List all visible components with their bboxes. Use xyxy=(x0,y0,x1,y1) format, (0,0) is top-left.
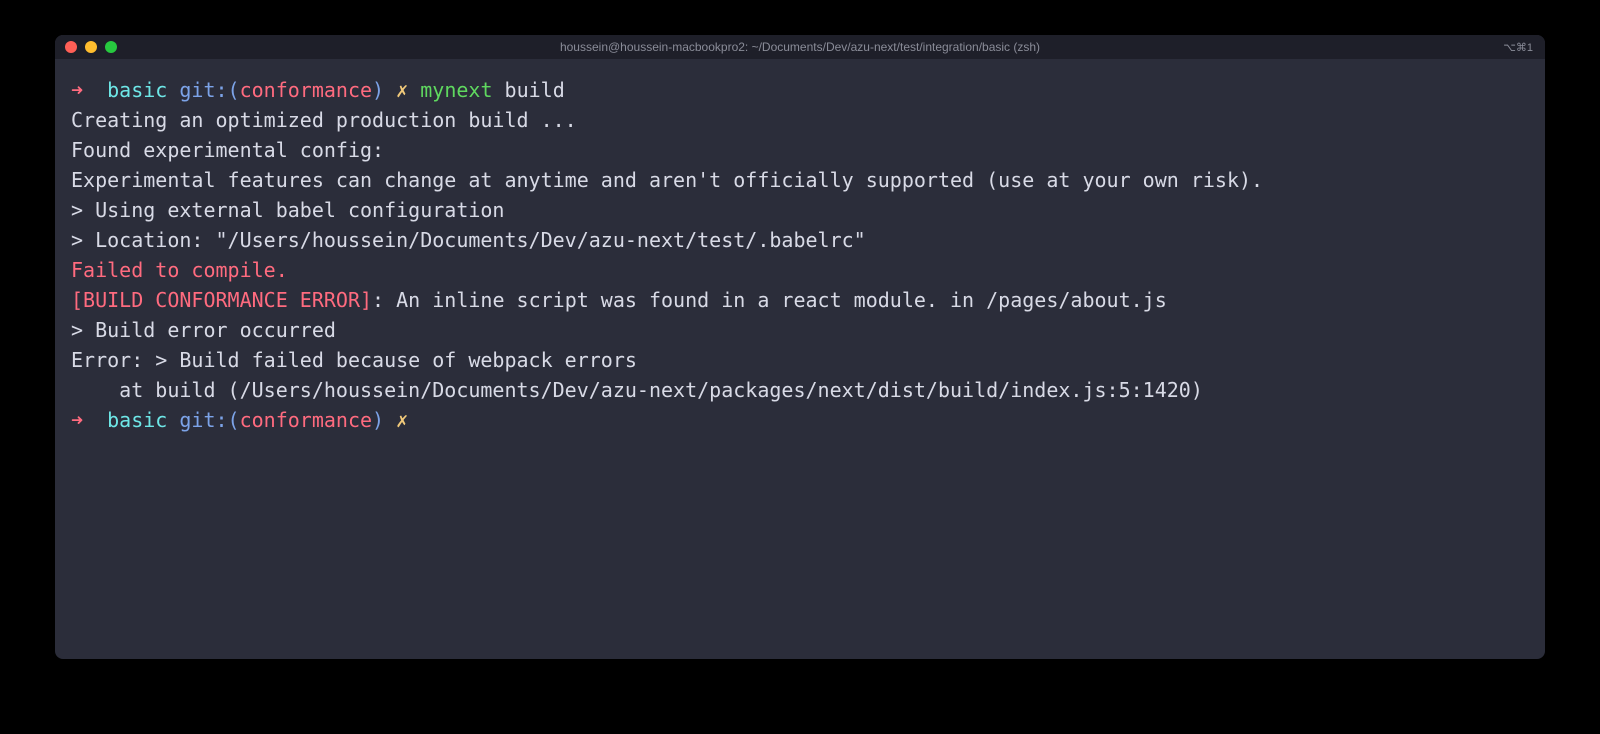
error-detail: : An inline script was found in a react … xyxy=(372,288,1167,312)
prompt-git-prefix: git:( xyxy=(167,408,239,432)
command-arg: build xyxy=(492,78,564,102)
output-line: > Using external babel configuration xyxy=(71,195,1529,225)
window-title: houssein@houssein-macbookpro2: ~/Documen… xyxy=(560,40,1040,54)
output-line: Found experimental config: xyxy=(71,135,1529,165)
output-line: at build (/Users/houssein/Documents/Dev/… xyxy=(71,375,1529,405)
tab-indicator: ⌥⌘1 xyxy=(1503,41,1533,54)
prompt-arrow-icon: ➜ xyxy=(71,78,107,102)
output-error-line: Failed to compile. xyxy=(71,255,1529,285)
prompt-git-prefix: git:( xyxy=(167,78,239,102)
close-icon[interactable] xyxy=(65,41,77,53)
error-label: [BUILD CONFORMANCE ERROR] xyxy=(71,288,372,312)
prompt-line-2: ➜ basic git:(conformance) ✗ xyxy=(71,405,1529,435)
prompt-dir: basic xyxy=(107,408,167,432)
terminal-body[interactable]: ➜ basic git:(conformance) ✗ mynext build… xyxy=(55,59,1545,659)
output-line: Experimental features can change at anyt… xyxy=(71,165,1529,195)
output-conformance-error: [BUILD CONFORMANCE ERROR]: An inline scr… xyxy=(71,285,1529,315)
traffic-lights xyxy=(65,41,117,53)
prompt-line-1: ➜ basic git:(conformance) ✗ mynext build xyxy=(71,75,1529,105)
output-line: Creating an optimized production build .… xyxy=(71,105,1529,135)
dirty-x-icon: ✗ xyxy=(396,408,408,432)
command-name: mynext xyxy=(420,78,492,102)
title-bar: houssein@houssein-macbookpro2: ~/Documen… xyxy=(55,35,1545,59)
output-line: > Build error occurred xyxy=(71,315,1529,345)
output-line: > Location: "/Users/houssein/Documents/D… xyxy=(71,225,1529,255)
terminal-window: houssein@houssein-macbookpro2: ~/Documen… xyxy=(55,35,1545,659)
prompt-git-suffix: ) xyxy=(372,408,396,432)
prompt-branch: conformance xyxy=(240,78,372,102)
prompt-arrow-icon: ➜ xyxy=(71,408,107,432)
output-line: Error: > Build failed because of webpack… xyxy=(71,345,1529,375)
dirty-x-icon: ✗ xyxy=(396,78,420,102)
prompt-dir: basic xyxy=(107,78,167,102)
minimize-icon[interactable] xyxy=(85,41,97,53)
maximize-icon[interactable] xyxy=(105,41,117,53)
prompt-git-suffix: ) xyxy=(372,78,396,102)
prompt-branch: conformance xyxy=(240,408,372,432)
